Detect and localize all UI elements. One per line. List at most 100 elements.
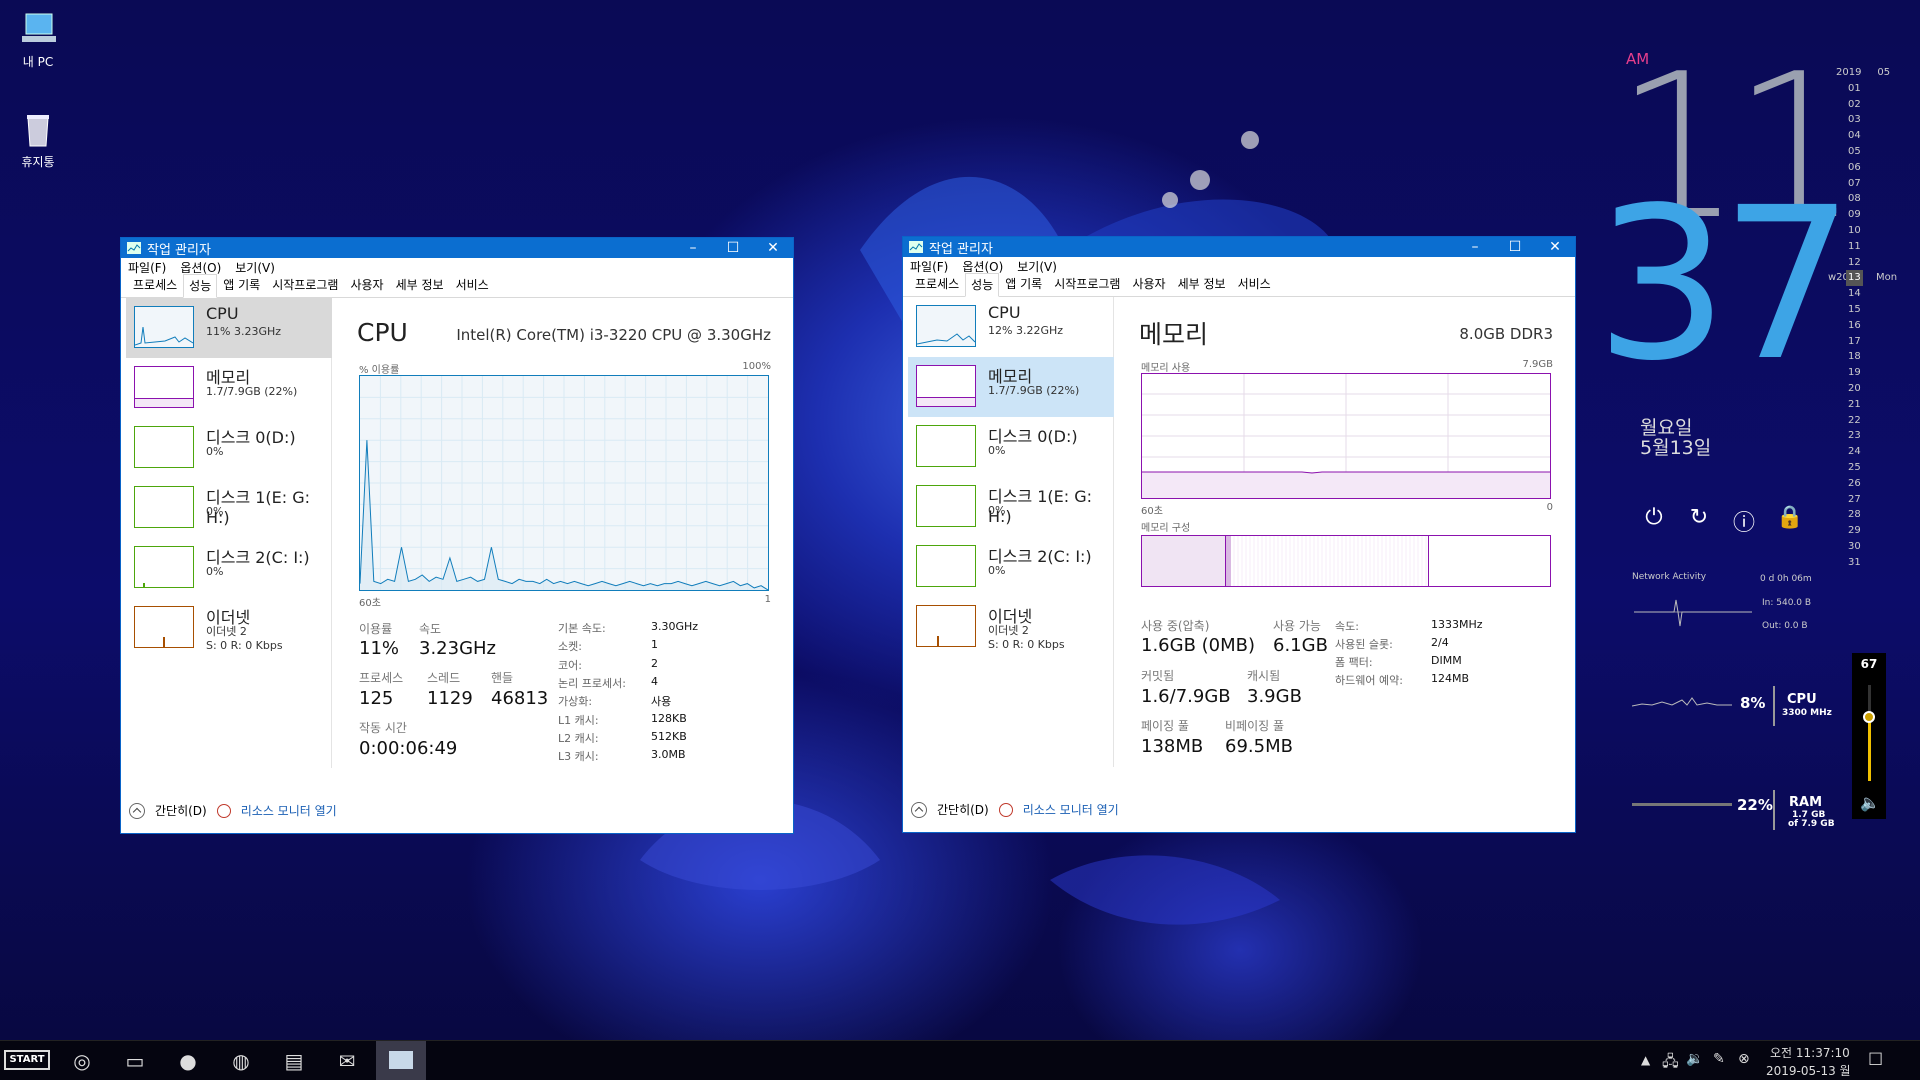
sidebar-item-memory[interactable]: 메모리 1.7/7.9GB (22%) [908, 357, 1114, 417]
lock-icon[interactable]: 🔒 [1776, 505, 1803, 530]
sidebar-item-ethernet[interactable]: 이더넷 이더넷 2 S: 0 R: 0 Kbps [908, 597, 1114, 657]
sidebar-item-cpu[interactable]: CPU 12% 3.22GHz [908, 297, 1114, 357]
sidebar-item-name: 디스크 1(E: G: H:) [988, 487, 1093, 526]
tab-startup[interactable]: 시작프로그램 [266, 273, 344, 297]
sidebar-item-sub: 1.7/7.9GB (22%) [988, 384, 1080, 397]
calendar-day: 04 [1848, 130, 1861, 142]
media-player-icon[interactable]: ● [176, 1049, 200, 1073]
disk-thumbnail-graph [916, 485, 976, 527]
cpu-mhz: 3300 MHz [1782, 708, 1832, 718]
clock-minute: 37 [1595, 162, 1854, 407]
logoff-icon[interactable]: ⓘ [1731, 505, 1757, 537]
restart-icon[interactable]: ↻ [1686, 505, 1712, 530]
calendar-days: 01 02 03 04 05 06 07 08 09 10 11 12 w20 13 Mon 14 15 16 17… [1828, 81, 1916, 571]
tab-processes[interactable]: 프로세스 [909, 272, 965, 296]
task-manager-window-cpu: 작업 관리자 – ☐ ✕ 파일(F) 옵션(O) 보기(V) 프로세스 성능 앱… [120, 237, 794, 834]
detail-value: 3.0MB [651, 748, 686, 762]
sidebar-item-sub: 이더넷 2 S: 0 R: 0 Kbps [988, 624, 1065, 652]
calendar-day: 26 [1848, 477, 1861, 489]
task-manager-icon [127, 242, 141, 254]
folder-window-icon[interactable]: ▭ [123, 1049, 147, 1073]
speaker-icon[interactable]: 🔈 [1860, 793, 1880, 812]
detail-key: 가상화: [558, 695, 593, 709]
performance-content: CPU 12% 3.22GHz 메모리 1.7/7.9GB (22%) 디스크 … [903, 297, 1575, 832]
volume-icon[interactable]: 🔉 [1686, 1051, 1703, 1067]
tab-users[interactable]: 사용자 [344, 273, 389, 297]
file-explorer-icon[interactable]: ▤ [282, 1049, 306, 1073]
start-button[interactable]: START [4, 1050, 50, 1070]
sidebar-item-memory[interactable]: 메모리 1.7/7.9GB (22%) [126, 358, 332, 418]
collapse-icon[interactable] [129, 802, 145, 819]
network-icon[interactable]: 🖧 [1662, 1051, 1679, 1076]
task-manager-taskbar-button[interactable] [376, 1041, 426, 1080]
disk-thumbnail-graph [916, 545, 976, 587]
memory-composition-bar [1141, 535, 1551, 587]
notification-icon[interactable]: ☐ [1868, 1050, 1883, 1070]
resource-monitor-icon [998, 802, 1013, 817]
tray-expand-icon[interactable]: ▲ [1641, 1053, 1650, 1067]
globe-icon[interactable]: ◎ [70, 1049, 94, 1073]
calendar-month: 05 [1877, 67, 1891, 78]
clock-time[interactable]: 오전 11:37:10 [1770, 1044, 1850, 1061]
sidebar-item-disk0[interactable]: 디스크 0(D:) 0% [908, 417, 1114, 477]
cpu-divider [1773, 686, 1775, 726]
sidebar-item-name: 디스크 1(E: G: H:) [206, 488, 311, 527]
sidebar-item-disk2[interactable]: 디스크 2(C: I:) 0% [126, 538, 332, 598]
available-value: 6.1GB [1273, 635, 1328, 656]
maximize-button[interactable]: ☐ [1495, 237, 1535, 257]
tab-startup[interactable]: 시작프로그램 [1048, 272, 1126, 296]
fewer-details-link[interactable]: 간단히(D) [155, 802, 207, 819]
pen-icon[interactable]: ✎ [1713, 1051, 1725, 1067]
page-title: CPU [357, 318, 408, 347]
calendar-day: 07 [1848, 177, 1861, 189]
window-footer: 간단히(D) 리소스 모니터 열기 [911, 801, 1119, 818]
cpu-percent: 8% [1740, 694, 1766, 712]
close-button[interactable]: ✕ [1535, 237, 1575, 257]
maximize-button[interactable]: ☐ [713, 238, 753, 258]
resource-sidebar: CPU 11% 3.23GHz 메모리 1.7/7.9GB (22%) 디스크 … [124, 298, 332, 768]
volume-slider-track[interactable] [1868, 685, 1871, 781]
fewer-details-link[interactable]: 간단히(D) [937, 801, 989, 818]
minimize-button[interactable]: – [673, 238, 713, 258]
collapse-icon[interactable] [911, 801, 927, 818]
title-bar[interactable]: 작업 관리자 – ☐ ✕ [121, 238, 793, 258]
sidebar-item-cpu[interactable]: CPU 11% 3.23GHz [126, 298, 332, 358]
tab-processes[interactable]: 프로세스 [127, 273, 183, 297]
volume-slider-handle[interactable] [1863, 710, 1875, 723]
resource-monitor-link[interactable]: 리소스 모니터 열기 [1023, 801, 1119, 818]
sidebar-item-disk0[interactable]: 디스크 0(D:) 0% [126, 418, 332, 478]
minimize-button[interactable]: – [1455, 237, 1495, 257]
clock-date[interactable]: 2019-05-13 월 [1766, 1062, 1851, 1079]
close-button[interactable]: ✕ [753, 238, 793, 258]
tab-app-history[interactable]: 앱 기록 [217, 273, 266, 297]
calendar-day: 25 [1848, 461, 1861, 473]
tab-services[interactable]: 서비스 [450, 273, 495, 297]
shutdown-icon[interactable]: ⏻ [1641, 505, 1667, 530]
cached-value: 3.9GB [1247, 686, 1302, 707]
tab-details[interactable]: 세부 정보 [1172, 272, 1232, 296]
sidebar-item-sub: 0% [206, 565, 224, 578]
tab-performance[interactable]: 성능 [965, 273, 1000, 297]
task-manager-icon [909, 241, 923, 253]
sidebar-item-name: CPU [988, 303, 1021, 322]
title-bar[interactable]: 작업 관리자 – ☐ ✕ [903, 237, 1575, 257]
tab-performance[interactable]: 성능 [183, 274, 218, 298]
speed-label: 속도 [419, 622, 442, 636]
mail-icon[interactable]: ✉ [335, 1049, 359, 1073]
ethernet-thumbnail-graph [134, 606, 194, 648]
sidebar-item-disk1[interactable]: 디스크 1(E: G: H:) 0% [908, 477, 1114, 537]
status-icon[interactable]: ⊗ [1738, 1051, 1750, 1067]
tab-users[interactable]: 사용자 [1126, 272, 1171, 296]
cached-label: 캐시됨 [1247, 669, 1281, 683]
tab-services[interactable]: 서비스 [1232, 272, 1277, 296]
sidebar-item-disk1[interactable]: 디스크 1(E: G: H:) 0% [126, 478, 332, 538]
browser-icon[interactable]: ◍ [229, 1049, 253, 1073]
task-manager-icon [389, 1051, 413, 1069]
sidebar-item-ethernet[interactable]: 이더넷 이더넷 2 S: 0 R: 0 Kbps [126, 598, 332, 658]
tab-app-history[interactable]: 앱 기록 [999, 272, 1048, 296]
handles-label: 핸들 [491, 671, 514, 685]
resource-monitor-link[interactable]: 리소스 모니터 열기 [241, 802, 337, 819]
sidebar-item-disk2[interactable]: 디스크 2(C: I:) 0% [908, 537, 1114, 597]
tab-details[interactable]: 세부 정보 [390, 273, 450, 297]
calendar-day: 08 [1848, 193, 1861, 205]
